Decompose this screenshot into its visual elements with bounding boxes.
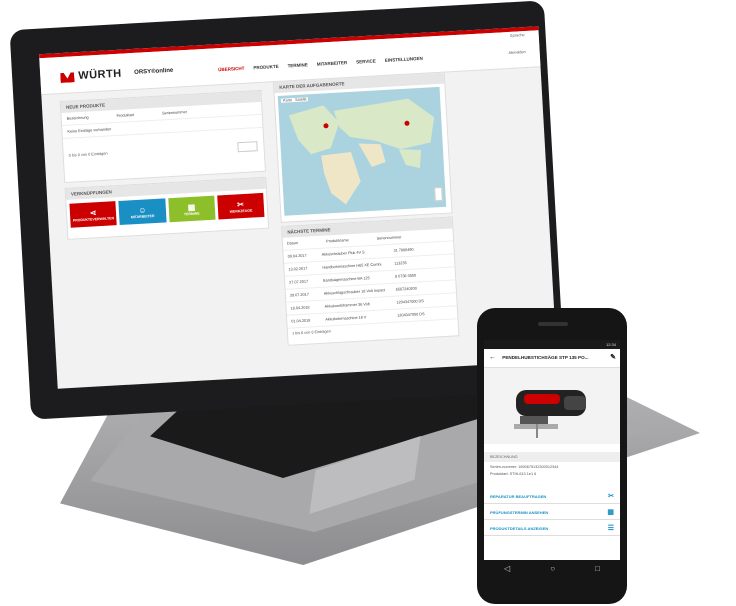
nav-products[interactable]: PRODUKTE [253, 64, 279, 70]
tile-dates-label: TERMINE [183, 211, 200, 216]
list-item-repair[interactable]: REPARATUR BEAUFTRAGEN ✂ [484, 490, 620, 504]
detail-line: Produktart: STHL613 1e1 6 [490, 472, 537, 476]
logo-sub: ORSY®online [134, 67, 174, 76]
tile-tools[interactable]: ✂ WERKZEUGE [216, 192, 265, 220]
col-date: Datum [286, 241, 299, 246]
logo-text: WÜRTH [77, 67, 123, 83]
col-type: Produktart [116, 113, 135, 118]
calendar-icon: ▦ [607, 509, 614, 516]
logout-link[interactable]: Abmelden [508, 50, 525, 55]
cell-date: 18.04.2018 [290, 305, 310, 311]
nav-dates[interactable]: TERMINE [287, 62, 307, 68]
cell-product: Handbohrmaschine H65 XE Combi [322, 262, 382, 270]
panel-shortcuts: VERKNÜPFUNGEN ⋖ PRODUKTEVERWALTEN ☺ MITARB… [64, 176, 270, 240]
map-land-svg [288, 98, 435, 205]
list-icon: ☰ [607, 525, 614, 532]
cell-serial: 31 7868490 [393, 247, 414, 253]
phone-screen: 12:34 ← PENDELHUBSTICHSÄGE STP 135 PO...… [484, 340, 620, 562]
cell-date: 27.07.2017 [289, 279, 309, 285]
product-image [484, 368, 620, 444]
cell-product: Akkukombihammer 36 Volt [324, 302, 370, 309]
pagination-control[interactable] [237, 141, 258, 153]
tile-products[interactable]: ⋖ PRODUKTEVERWALTEN [69, 201, 117, 228]
back-arrow-icon[interactable]: ← [484, 354, 501, 361]
home-icon[interactable]: ○ [550, 564, 555, 573]
info-label: BEZEICHNUNG [484, 452, 620, 462]
cell-date: 09.04.2017 [287, 253, 307, 259]
col-name: Bezeichnung [66, 115, 89, 121]
world-map[interactable]: Karte Satellit [277, 86, 447, 216]
tools-icon: ✂ [236, 199, 245, 209]
jigsaw-image [514, 390, 586, 438]
col-product: Produktname [326, 238, 349, 244]
list-item-details[interactable]: PRODUKTDETAILS ANZEIGEN ☰ [484, 522, 620, 536]
col-serial: Seriennummer [376, 235, 402, 241]
tile-dates[interactable]: ▦ TERMINE [167, 195, 216, 223]
phone-speaker [538, 322, 568, 326]
cell-date: 29.07.2017 [289, 292, 310, 298]
panel-new-products: NEUE PRODUKTE Bezeichnung Produktart Ser… [59, 89, 266, 184]
cell-product: Akkubohrmaschine 18 V [325, 315, 367, 322]
cell-serial: 113235 [394, 261, 407, 266]
cell-product: Akkuschrauber Pluk 4V S [321, 250, 365, 257]
paging-text: 0 bis 0 von 0 Einträgen [68, 151, 108, 158]
panel-map: KARTE DER AUFGABENORTE Karte Satellit [272, 71, 453, 223]
nav-staff[interactable]: MITARBEITER [317, 60, 348, 67]
status-time: 12:34 [605, 342, 616, 347]
main-nav: ÜBERSICHT PRODUKTE TERMINE MITARBEITER S… [218, 56, 423, 72]
list-label: PRODUKTDETAILS ANZEIGEN [490, 526, 549, 531]
tile-products-label: PRODUKTEVERWALTEN [72, 215, 115, 223]
list-label: REPARATUR BEAUFTRAGEN [490, 494, 547, 499]
wurth-logo-icon [60, 72, 75, 83]
cell-date: 01.04.2018 [291, 318, 311, 324]
recents-icon[interactable]: □ [595, 564, 600, 573]
cell-serial: 1204347000 DS [396, 299, 424, 305]
nav-settings[interactable]: EINSTELLUNGEN [385, 56, 423, 63]
map-tab-satellite[interactable]: Satellit [295, 97, 307, 102]
tile-tools-label: WERKZEUGE [229, 208, 253, 214]
col-serial: Seriennummer [161, 110, 188, 116]
cell-date: 13.02.2017 [288, 266, 308, 272]
cell-serial: 1204347000 DS [397, 312, 425, 318]
calendar-icon: ▦ [187, 202, 196, 212]
map-tab-map[interactable]: Karte [283, 98, 292, 103]
tile-staff[interactable]: ☺ MITARBEITER [118, 198, 167, 225]
phone-nav-bar: ◁ ○ □ [484, 560, 620, 576]
cell-serial: 6567240200 [395, 286, 417, 292]
back-icon[interactable]: ◁ [504, 564, 510, 573]
phone-title: PENDELHUBSTICHSÄGE STP 135 PO... [502, 355, 589, 360]
language-link[interactable]: Sprache [510, 32, 525, 38]
nav-service[interactable]: SERVICE [356, 58, 376, 64]
list-label: PRÜFUNGSTERMIN ANSEHEN [490, 510, 549, 515]
share-icon: ⋖ [89, 207, 97, 218]
panel-next-dates: NÄCHSTE TERMINE Datum Produktname Serien… [281, 216, 460, 346]
phone-app-bar: ← PENDELHUBSTICHSÄGE STP 135 PO... ✎ [484, 349, 620, 368]
zoom-control[interactable] [434, 186, 443, 202]
empty-text: Keine Einträge vorhanden [67, 127, 112, 134]
cell-product: Akkuschlagschrauber 18 Volt Impact [323, 288, 386, 296]
nav-overview[interactable]: ÜBERSICHT [218, 66, 245, 72]
list-item-inspection[interactable]: PRÜFUNGSTERMIN ANSEHEN ▦ [484, 506, 620, 520]
edit-icon[interactable]: ✎ [610, 349, 616, 367]
cell-product: Bandsägemaschine BA 125 [323, 276, 370, 283]
detail-line: Serien-nummer: 1890675132300012344 [490, 465, 559, 469]
tile-staff-label: MITARBEITER [130, 213, 155, 219]
tools-icon: ✂ [608, 493, 614, 500]
cell-serial: 8 0736 0500 [394, 273, 417, 279]
phone-status-bar: 12:34 [484, 340, 620, 349]
